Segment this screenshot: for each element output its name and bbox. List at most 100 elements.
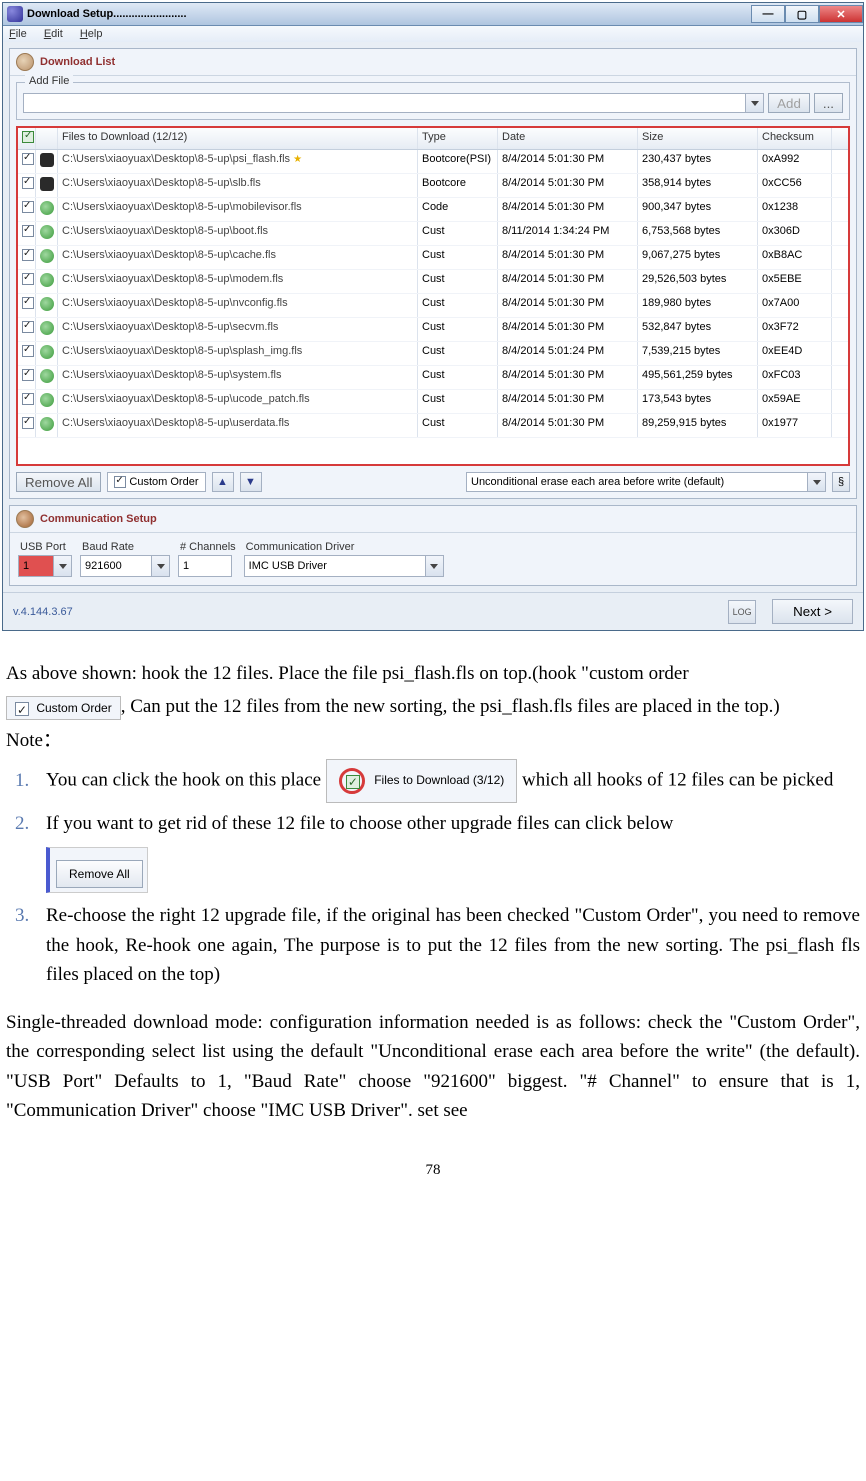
row-checkbox[interactable]	[22, 201, 34, 213]
usb-port-label: USB Port	[18, 541, 72, 553]
table-row[interactable]: C:\Users\xiaoyuax\Desktop\8-5-up\mobilev…	[18, 198, 848, 222]
window-title: Download Setup........................	[27, 8, 751, 20]
doc-li1: You can click the hook on this place Fil…	[34, 759, 860, 803]
date-cell: 8/4/2014 5:01:30 PM	[498, 390, 638, 413]
chevron-down-icon[interactable]	[807, 473, 825, 491]
baud-rate-value: 921600	[85, 560, 122, 572]
row-checkbox[interactable]	[22, 177, 34, 189]
chevron-down-icon[interactable]	[151, 556, 169, 576]
table-header: ✓ Files to Download (12/12) Type Date Si…	[18, 128, 848, 150]
add-file-combo[interactable]	[23, 93, 764, 113]
chevron-down-icon[interactable]	[53, 556, 71, 576]
close-button[interactable]: ✕	[819, 5, 863, 23]
driver-combo[interactable]: IMC USB Driver	[244, 555, 444, 577]
version-label: v.4.144.3.67	[13, 606, 73, 618]
driver-field: Communication Driver IMC USB Driver	[244, 541, 444, 577]
add-file-legend: Add File	[25, 75, 73, 87]
titlebar[interactable]: Download Setup........................ —…	[3, 3, 863, 26]
menu-help[interactable]: Help	[80, 28, 103, 40]
download-list-icon	[16, 53, 34, 71]
checksum-cell: 0x1977	[758, 414, 832, 437]
table-row[interactable]: C:\Users\xiaoyuax\Desktop\8-5-up\userdat…	[18, 414, 848, 438]
maximize-button[interactable]: ▢	[785, 5, 819, 23]
browse-button[interactable]: ...	[814, 93, 843, 113]
table-row[interactable]: C:\Users\xiaoyuax\Desktop\8-5-up\secvm.f…	[18, 318, 848, 342]
add-button[interactable]: Add	[768, 93, 810, 113]
row-checkbox[interactable]	[22, 321, 34, 333]
baud-rate-field: Baud Rate 921600	[80, 541, 170, 577]
table-row[interactable]: C:\Users\xiaoyuax\Desktop\8-5-up\system.…	[18, 366, 848, 390]
col-files[interactable]: Files to Download (12/12)	[58, 128, 418, 149]
table-row[interactable]: C:\Users\xiaoyuax\Desktop\8-5-up\cache.f…	[18, 246, 848, 270]
page-number: 78	[6, 1159, 860, 1182]
custom-order-label: Custom Order	[129, 476, 198, 488]
menubar: File Edit Help	[3, 26, 863, 42]
checksum-cell: 0xA992	[758, 150, 832, 173]
size-cell: 358,914 bytes	[638, 174, 758, 197]
chevron-down-icon[interactable]	[425, 556, 443, 576]
type-cell: Cust	[418, 318, 498, 341]
document-body: As above shown: hook the 12 files. Place…	[2, 631, 864, 1187]
table-row[interactable]: C:\Users\xiaoyuax\Desktop\8-5-up\psi_fla…	[18, 150, 848, 174]
row-checkbox[interactable]	[22, 417, 34, 429]
checksum-cell: 0x1238	[758, 198, 832, 221]
checksum-cell: 0xEE4D	[758, 342, 832, 365]
pin-button[interactable]: §	[832, 472, 850, 492]
row-checkbox[interactable]	[22, 249, 34, 261]
table-row[interactable]: C:\Users\xiaoyuax\Desktop\8-5-up\nvconfi…	[18, 294, 848, 318]
type-cell: Cust	[418, 342, 498, 365]
row-checkbox[interactable]	[22, 345, 34, 357]
size-cell: 173,543 bytes	[638, 390, 758, 413]
chevron-down-icon[interactable]	[745, 94, 763, 112]
remove-all-button[interactable]: Remove All	[16, 472, 101, 492]
date-cell: 8/4/2014 5:01:30 PM	[498, 198, 638, 221]
size-cell: 7,539,215 bytes	[638, 342, 758, 365]
type-cell: Cust	[418, 222, 498, 245]
row-checkbox[interactable]	[22, 297, 34, 309]
file-path-cell: C:\Users\xiaoyuax\Desktop\8-5-up\ucode_p…	[58, 390, 418, 413]
checksum-cell: 0xCC56	[758, 174, 832, 197]
minimize-button[interactable]: —	[751, 5, 785, 23]
files-to-download-inline-image: Files to Download (3/12)	[326, 759, 517, 803]
col-checksum[interactable]: Checksum	[758, 128, 832, 149]
next-button[interactable]: Next >	[772, 599, 853, 624]
table-row[interactable]: C:\Users\xiaoyuax\Desktop\8-5-up\splash_…	[18, 342, 848, 366]
col-type[interactable]: Type	[418, 128, 498, 149]
channels-input[interactable]: 1	[178, 555, 232, 577]
size-cell: 532,847 bytes	[638, 318, 758, 341]
row-checkbox[interactable]	[22, 225, 34, 237]
size-cell: 495,561,259 bytes	[638, 366, 758, 389]
type-cell: Cust	[418, 366, 498, 389]
custom-order-inline-image: Custom Order	[6, 696, 121, 721]
custom-order-checkbox[interactable]: Custom Order	[107, 472, 205, 492]
baud-rate-combo[interactable]: 921600	[80, 555, 170, 577]
date-cell: 8/4/2014 5:01:24 PM	[498, 342, 638, 365]
row-checkbox[interactable]	[22, 393, 34, 405]
row-checkbox[interactable]	[22, 153, 34, 165]
file-path-cell: C:\Users\xiaoyuax\Desktop\8-5-up\nvconfi…	[58, 294, 418, 317]
row-checkbox[interactable]	[22, 369, 34, 381]
size-cell: 230,437 bytes	[638, 150, 758, 173]
doc-p1b: , Can put the 12 files from the new sort…	[121, 696, 780, 717]
table-row[interactable]: C:\Users\xiaoyuax\Desktop\8-5-up\modem.f…	[18, 270, 848, 294]
move-up-button[interactable]: ▲	[212, 472, 234, 492]
menu-edit[interactable]: Edit	[44, 28, 63, 40]
log-button[interactable]: LOG	[728, 600, 756, 624]
table-row[interactable]: C:\Users\xiaoyuax\Desktop\8-5-up\slb.fls…	[18, 174, 848, 198]
baud-rate-label: Baud Rate	[80, 541, 170, 553]
file-path-cell: C:\Users\xiaoyuax\Desktop\8-5-up\mobilev…	[58, 198, 418, 221]
col-check[interactable]: ✓	[18, 128, 36, 149]
move-down-button[interactable]: ▼	[240, 472, 262, 492]
type-cell: Cust	[418, 414, 498, 437]
erase-mode-combo[interactable]: Unconditional erase each area before wri…	[466, 472, 826, 492]
col-size[interactable]: Size	[638, 128, 758, 149]
type-cell: Cust	[418, 246, 498, 269]
download-list-section: Download List Add File Add ... ✓ Files t…	[9, 48, 857, 499]
table-row[interactable]: C:\Users\xiaoyuax\Desktop\8-5-up\ucode_p…	[18, 390, 848, 414]
menu-file[interactable]: File	[9, 28, 27, 40]
row-checkbox[interactable]	[22, 273, 34, 285]
col-date[interactable]: Date	[498, 128, 638, 149]
table-row[interactable]: C:\Users\xiaoyuax\Desktop\8-5-up\boot.fl…	[18, 222, 848, 246]
usb-port-combo[interactable]: 1	[18, 555, 72, 577]
file-type-icon	[40, 393, 54, 407]
